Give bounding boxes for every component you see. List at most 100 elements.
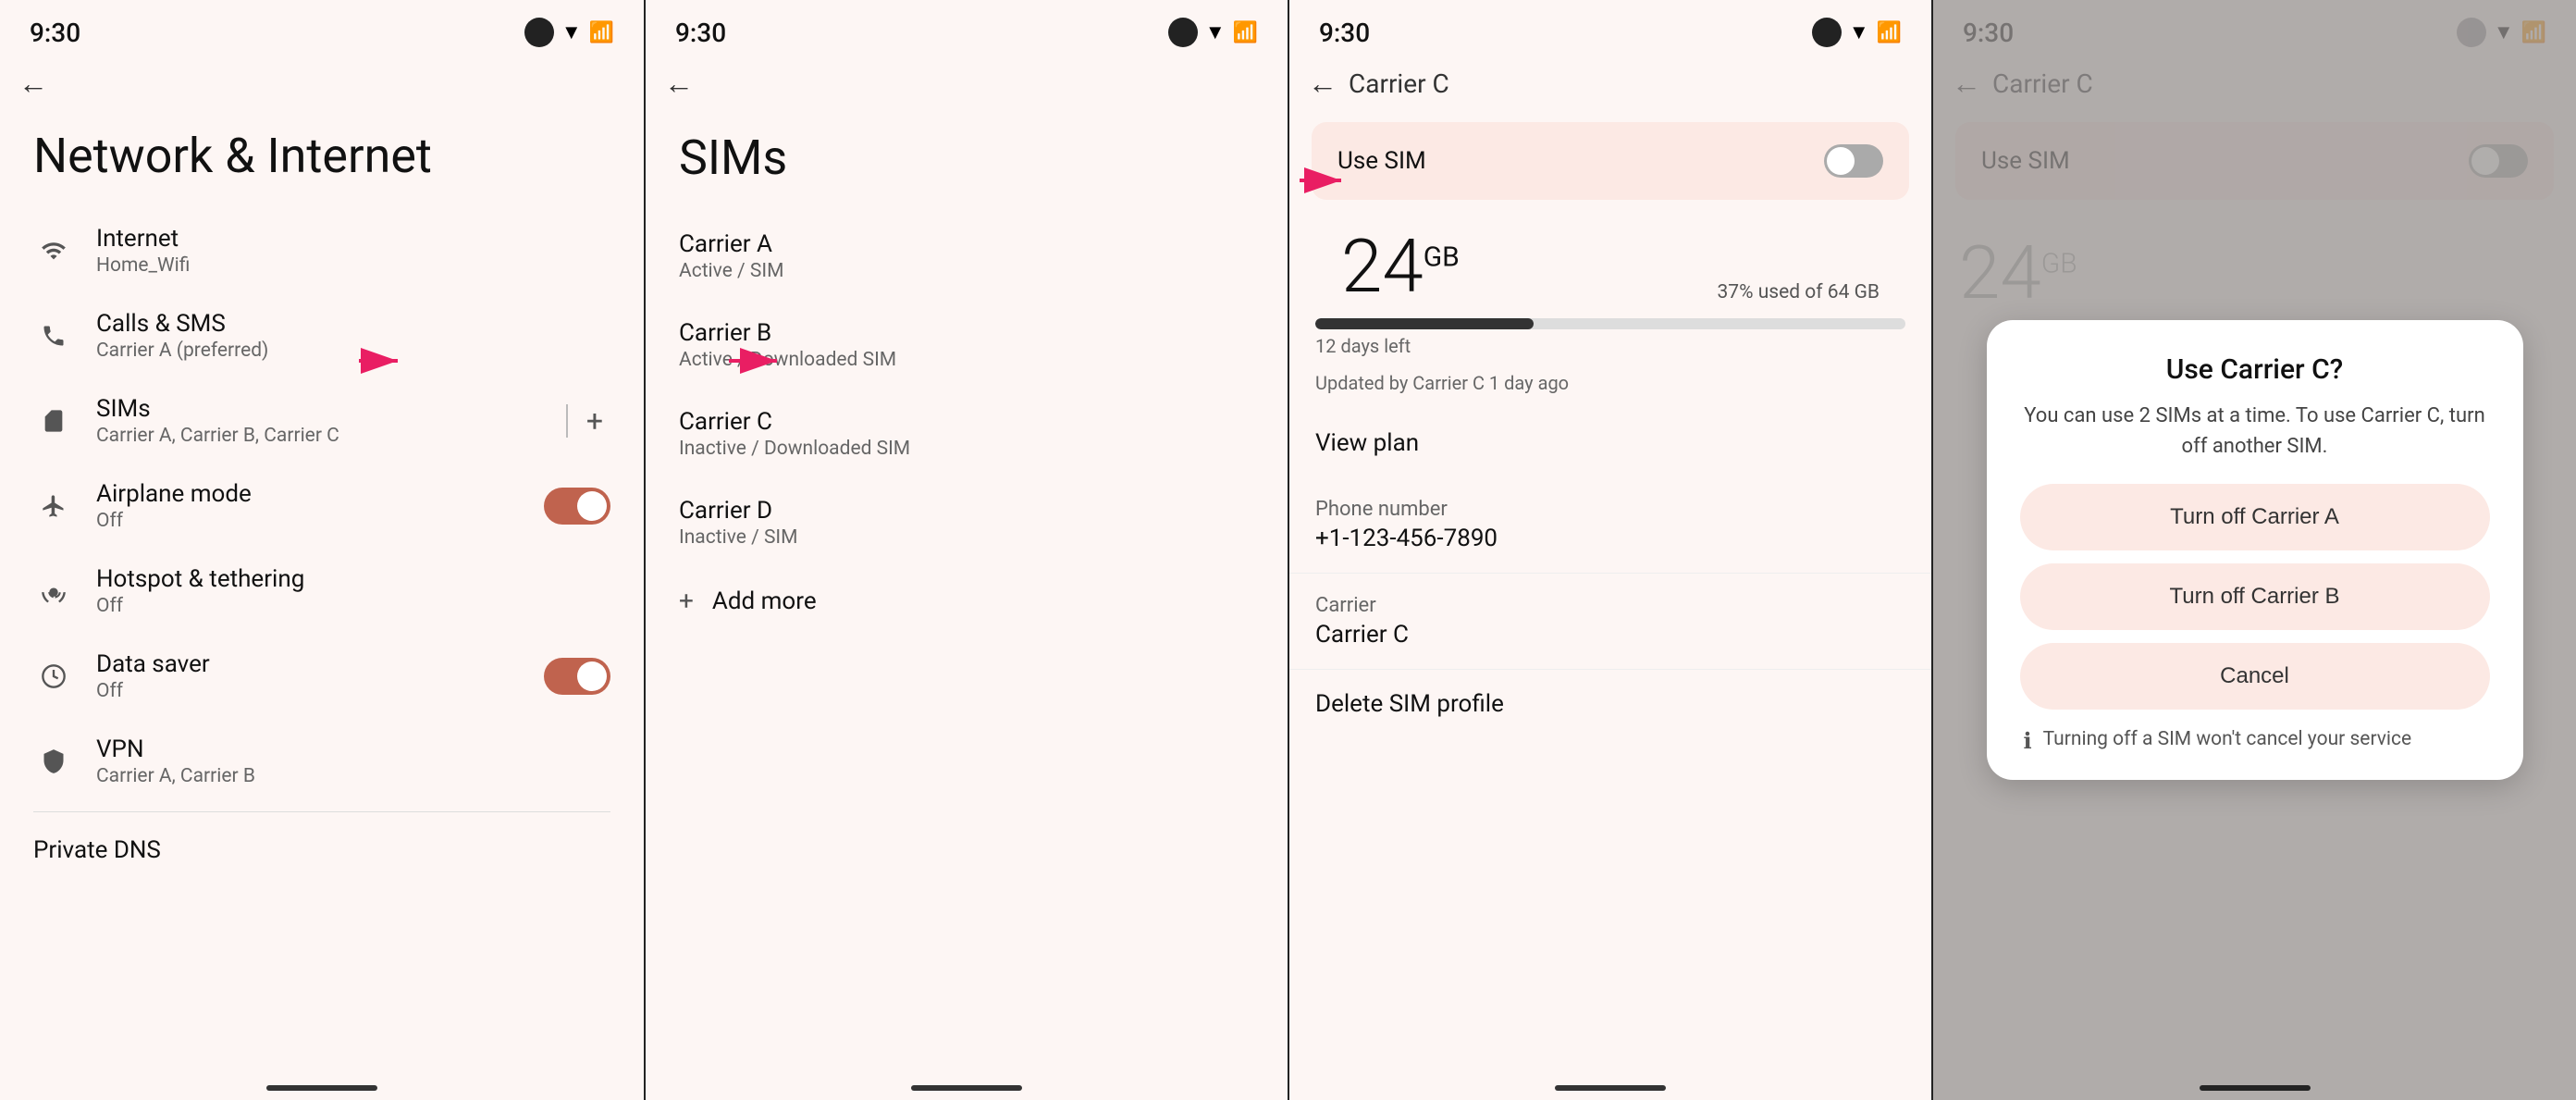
- delete-sim-action[interactable]: Delete SIM profile: [1289, 670, 1931, 738]
- data-days-left: 12 days left: [1289, 333, 1931, 372]
- back-arrow-p2[interactable]: ←: [664, 66, 694, 101]
- calls-sms-text: Calls & SMS Carrier A (preferred): [96, 310, 610, 362]
- airplane-label: Airplane mode: [96, 480, 522, 508]
- carrier-d-item[interactable]: Carrier D Inactive / SIM: [646, 478, 1288, 567]
- internet-sub: Home_Wifi: [96, 254, 610, 277]
- sims-right: +: [566, 400, 610, 442]
- hotspot-sub: Off: [96, 595, 610, 617]
- use-sim-toggle-knob: [1827, 147, 1855, 175]
- page-title-p1: Network & Internet: [0, 111, 644, 208]
- vpn-text: VPN Carrier A, Carrier B: [96, 735, 610, 787]
- status-icons-p2: ▼ 📶: [1168, 18, 1258, 47]
- menu-item-private-dns[interactable]: Private DNS: [0, 820, 644, 881]
- bottom-bar-p3: [1555, 1085, 1666, 1091]
- vpn-sub: Carrier A, Carrier B: [96, 765, 610, 787]
- info-icon: ℹ: [2024, 728, 2032, 754]
- use-carrier-dialog: Use Carrier C? You can use 2 SIMs at a t…: [1987, 320, 2523, 780]
- menu-item-internet[interactable]: Internet Home_Wifi: [0, 208, 644, 293]
- panel-carrier-c-dialog: 9:30 ▼ 📶 ← Carrier C Use SIM 24GB Use Ca…: [1931, 0, 2576, 1100]
- airplane-text: Airplane mode Off: [96, 480, 522, 532]
- data-amount: 24GB: [1341, 229, 1460, 303]
- hotspot-label: Hotspot & tethering: [96, 565, 610, 593]
- sim-icon: [33, 401, 74, 441]
- data-amount-row: 24GB 37% used of 64 GB: [1315, 229, 1905, 303]
- back-row-p3[interactable]: ← Carrier C: [1289, 56, 1931, 111]
- bottom-bar-p2: [911, 1085, 1022, 1091]
- data-section: 24GB 37% used of 64 GB: [1289, 211, 1931, 311]
- camera-dot-p2: [1168, 18, 1198, 47]
- calls-sms-label: Calls & SMS: [96, 310, 610, 338]
- add-sim-button[interactable]: +: [579, 400, 610, 442]
- dialog-footer: ℹ Turning off a SIM won't cancel your se…: [2020, 726, 2490, 754]
- cell-signal-icon: 📶: [589, 21, 614, 44]
- back-row-p1[interactable]: ←: [0, 56, 644, 111]
- view-plan-action[interactable]: View plan: [1289, 409, 1931, 477]
- menu-item-datasaver[interactable]: Data saver Off: [0, 634, 644, 719]
- phone-icon: [33, 315, 74, 356]
- turn-off-carrier-b-button[interactable]: Turn off Carrier B: [2020, 563, 2490, 630]
- carrier-b-item[interactable]: Carrier B Active / Downloaded SIM: [646, 301, 1288, 389]
- dialog-body: You can use 2 SIMs at a time. To use Car…: [2020, 401, 2490, 462]
- carrier-item[interactable]: Carrier Carrier C: [1289, 574, 1931, 670]
- sims-sub: Carrier A, Carrier B, Carrier C: [96, 425, 544, 447]
- data-updated-by: Updated by Carrier C 1 day ago: [1289, 372, 1931, 409]
- status-bar-p3: 9:30 ▼ 📶: [1289, 0, 1931, 56]
- datasaver-sub: Off: [96, 680, 522, 702]
- carrier-a-status: Active / SIM: [679, 260, 1254, 282]
- cancel-button[interactable]: Cancel: [2020, 643, 2490, 710]
- use-sim-label-p3: Use SIM: [1337, 147, 1426, 175]
- use-sim-row-p3: Use SIM: [1312, 122, 1909, 200]
- back-arrow-p3[interactable]: ←: [1308, 66, 1337, 101]
- airplane-toggle-knob: [577, 491, 607, 521]
- vpn-label: VPN: [96, 735, 610, 763]
- menu-item-hotspot[interactable]: Hotspot & tethering Off: [0, 549, 644, 634]
- sims-text: SIMs Carrier A, Carrier B, Carrier C: [96, 395, 544, 447]
- status-icons-p1: ▼ 📶: [524, 18, 614, 47]
- airplane-icon: [33, 486, 74, 526]
- carrier-value: Carrier C: [1315, 621, 1905, 649]
- data-progress-bg: [1315, 318, 1905, 329]
- data-usage-right: 37% used of 64 GB: [1718, 281, 1880, 303]
- page-title-p2: SIMs: [646, 111, 1288, 212]
- private-dns-label: Private DNS: [33, 836, 610, 864]
- datasaver-icon: [33, 656, 74, 697]
- camera-dot-p3: [1812, 18, 1842, 47]
- dialog-title: Use Carrier C?: [2020, 353, 2490, 386]
- add-more-icon: +: [679, 586, 694, 616]
- airplane-sub: Off: [96, 510, 522, 532]
- carrier-a-name: Carrier A: [679, 230, 1254, 258]
- dialog-overlay: Use Carrier C? You can use 2 SIMs at a t…: [1933, 0, 2576, 1100]
- airplane-toggle[interactable]: [544, 488, 610, 525]
- carrier-c-name: Carrier C: [679, 408, 1254, 436]
- phone-number-item[interactable]: Phone number +1-123-456-7890: [1289, 477, 1931, 574]
- phone-number-label: Phone number: [1315, 498, 1905, 521]
- back-arrow-p1[interactable]: ←: [18, 66, 48, 101]
- status-bar-p1: 9:30 ▼ 📶: [0, 0, 644, 56]
- menu-item-vpn[interactable]: VPN Carrier A, Carrier B: [0, 719, 644, 804]
- back-row-p2[interactable]: ←: [646, 56, 1288, 111]
- carrier-a-item[interactable]: Carrier A Active / SIM: [646, 212, 1288, 301]
- add-more-label: Add more: [712, 587, 817, 615]
- internet-text: Internet Home_Wifi: [96, 225, 610, 277]
- add-more-row[interactable]: + Add more: [646, 567, 1288, 635]
- bottom-bar-p1: [266, 1085, 377, 1091]
- carrier-c-item[interactable]: Carrier C Inactive / Downloaded SIM: [646, 389, 1288, 478]
- turn-off-carrier-a-button[interactable]: Turn off Carrier A: [2020, 484, 2490, 550]
- hotspot-text: Hotspot & tethering Off: [96, 565, 610, 617]
- datasaver-toggle-knob: [577, 661, 607, 691]
- menu-item-airplane[interactable]: Airplane mode Off: [0, 463, 644, 549]
- wifi-signal-icon-p2: ▼: [1205, 20, 1226, 44]
- use-sim-toggle[interactable]: [1824, 144, 1883, 178]
- wifi-signal-icon-p3: ▼: [1849, 20, 1869, 44]
- panel-network-internet: 9:30 ▼ 📶 ← Network & Internet Internet H…: [0, 0, 644, 1100]
- menu-item-sims[interactable]: SIMs Carrier A, Carrier B, Carrier C +: [0, 378, 644, 463]
- internet-label: Internet: [96, 225, 610, 253]
- camera-dot-p1: [524, 18, 554, 47]
- status-time-p3: 9:30: [1319, 18, 1370, 48]
- menu-item-calls-sms[interactable]: Calls & SMS Carrier A (preferred): [0, 293, 644, 378]
- carrier-b-name: Carrier B: [679, 319, 1254, 347]
- sims-divider: [566, 404, 568, 438]
- carrier-d-name: Carrier D: [679, 497, 1254, 525]
- private-dns-text: Private DNS: [33, 836, 610, 864]
- datasaver-toggle[interactable]: [544, 658, 610, 695]
